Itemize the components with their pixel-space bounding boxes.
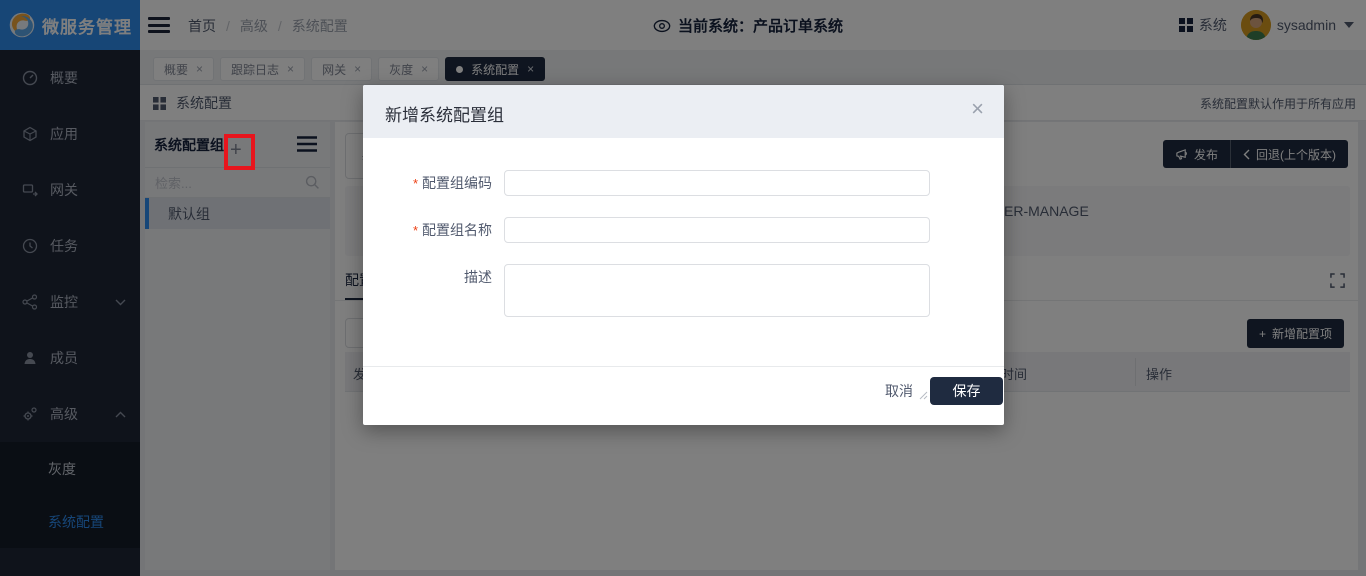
close-icon[interactable]: × <box>971 98 984 120</box>
app-root: 微服务管理 首页 / 高级 / 系统配置 当前系统：产品订单系统 <box>0 0 1366 576</box>
group-code-input[interactable] <box>504 170 930 196</box>
resize-grip-icon[interactable] <box>919 391 928 400</box>
add-group-modal: 新增系统配置组 × * 配置组编码 * 配置组名称 描述 取消 保存 <box>363 85 1004 425</box>
modal-title: 新增系统配置组 <box>385 101 504 126</box>
cancel-button[interactable]: 取消 <box>885 381 913 401</box>
description-textarea[interactable] <box>504 264 930 317</box>
required-asterisk: * <box>413 176 418 191</box>
field-label-group-name: * 配置组名称 <box>380 217 492 243</box>
field-label-group-code: * 配置组编码 <box>380 170 492 196</box>
modal-header: 新增系统配置组 × <box>363 85 1004 138</box>
group-name-input[interactable] <box>504 217 930 243</box>
field-label-description: 描述 <box>380 264 492 290</box>
annotation-highlight-box <box>224 134 255 170</box>
required-asterisk: * <box>413 223 418 238</box>
save-button[interactable]: 保存 <box>930 377 1003 405</box>
